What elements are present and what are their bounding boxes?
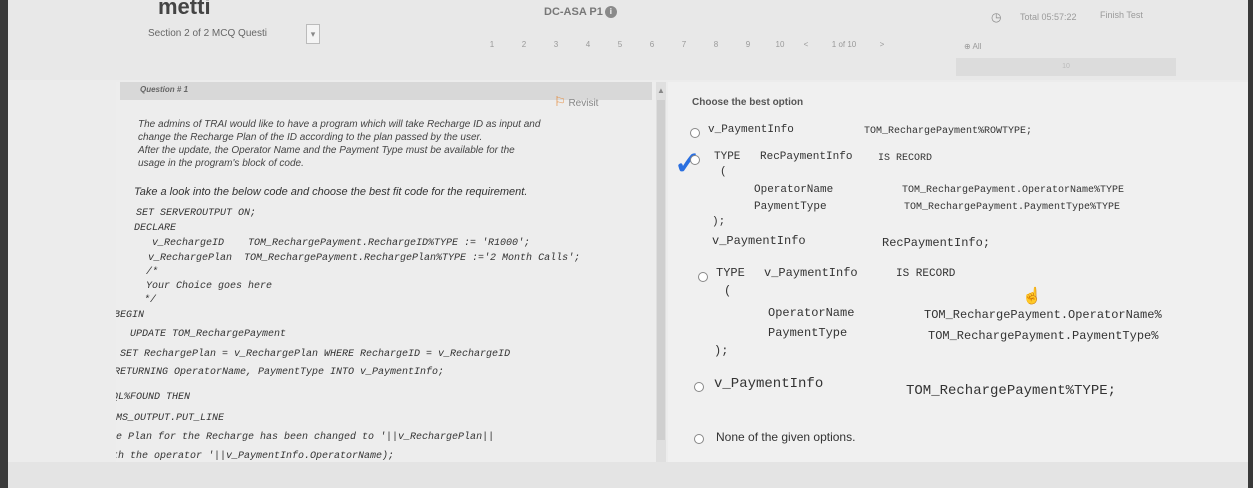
option-3-paren: ( [724, 284, 732, 298]
radio-icon [690, 127, 700, 138]
option-2-type-name: RecPaymentInfo [760, 151, 853, 163]
code-comment: Your Choice goes here [146, 281, 273, 292]
question-title: Question # 1 [140, 85, 189, 94]
question-instruction: Take a look into the below code and choo… [134, 186, 528, 198]
page-button[interactable]: 1 [476, 40, 508, 49]
page-next-button[interactable]: > [872, 40, 892, 49]
option-3-field-type: TOM_RechargePayment.PaymentType% [928, 329, 1159, 343]
option-3-field: PaymentType [768, 326, 848, 340]
code-line: DBMS_OUTPUT.PUT_LINE [116, 413, 225, 424]
code-comment: /* [146, 267, 159, 278]
info-icon[interactable]: i [604, 6, 617, 19]
option-2-field-type: TOM_RechargePayment.PaymentType%TYPE [904, 202, 1121, 213]
option-5-radio[interactable] [694, 430, 704, 448]
page-button[interactable]: 9 [732, 40, 764, 49]
option-2-paren: ); [712, 216, 726, 228]
scroll-thumb[interactable] [657, 100, 665, 440]
option-2-field-type: TOM_RechargePayment.OperatorName%TYPE [902, 185, 1125, 196]
exam-screen: metti Section 2 of 2 MCQ Questi ▾ DC-ASA… [8, 0, 1248, 488]
section-selector-label: Section 2 of 2 MCQ Questi [148, 28, 267, 39]
option-3-field-type: TOM_RechargePayment.OperatorName% [924, 308, 1162, 322]
footer-bar [8, 462, 1248, 488]
question-line: After the update, the Operator Name and … [138, 145, 515, 156]
question-pager: 1 2 3 4 5 6 7 8 9 10 < 1 of 10 > [476, 40, 892, 49]
option-4-radio[interactable] [694, 378, 704, 396]
page-indicator: 1 of 10 [831, 40, 857, 49]
hand-cursor-icon: ☝ [1022, 288, 1042, 305]
page-button[interactable]: 4 [572, 40, 604, 49]
radio-icon [694, 381, 704, 392]
revisit-button[interactable]: ⚐ Revisit [554, 94, 598, 110]
code-line: IF SQL%FOUND THEN [116, 392, 191, 403]
option-2-decl-var: v_PaymentInfo [712, 234, 806, 248]
page-button[interactable]: 8 [700, 40, 732, 49]
question-scrollbar[interactable]: ▲ [656, 82, 666, 462]
page-button[interactable]: 2 [508, 40, 540, 49]
revisit-label: Revisit [568, 98, 599, 109]
code-line: RETURNING OperatorName, PaymentType INTO… [116, 367, 445, 378]
option-1-var: v_PaymentInfo [708, 124, 794, 136]
radio-icon [698, 271, 708, 282]
question-panel: Question # 1 ⚐ Revisit The admins of TRA… [116, 82, 656, 462]
code-line: BEGIN [116, 310, 145, 321]
scroll-up-arrow-icon[interactable]: ▲ [656, 86, 666, 95]
option-3-field: OperatorName [768, 306, 855, 320]
question-line: The admins of TRAI would like to have a … [138, 119, 541, 130]
clock-icon: ◷ [991, 10, 1002, 24]
radio-icon [694, 433, 704, 444]
code-line: ' with the operator '||v_PaymentInfo.Ope… [116, 451, 395, 462]
option-2-radio[interactable] [690, 151, 700, 169]
option-3-keyword: TYPE [716, 266, 745, 280]
page-button[interactable]: 3 [540, 40, 572, 49]
option-2-keyword: IS RECORD [878, 153, 933, 164]
option-4-var: v_PaymentInfo [714, 376, 824, 392]
header: metti Section 2 of 2 MCQ Questi ▾ DC-ASA… [8, 0, 1248, 80]
view-all-label: All [972, 42, 982, 51]
timer: Total 05:57:22 [1020, 12, 1077, 22]
code-line: DECLARE [134, 223, 177, 234]
exam-code-text: DC-ASA P1 [544, 6, 603, 18]
option-3-radio[interactable] [698, 268, 708, 286]
code-line: v_RechargePlan TOM_RechargePayment.Recha… [148, 253, 581, 264]
page-button[interactable]: 5 [604, 40, 636, 49]
code-line: UPDATE TOM_RechargePayment [130, 329, 287, 340]
code-line: v_RechargeID TOM_RechargePayment.Recharg… [152, 238, 531, 249]
option-4-type: TOM_RechargePayment%TYPE; [906, 383, 1117, 399]
option-2-paren: ( [720, 166, 727, 178]
page-prev-button[interactable]: < [796, 40, 816, 49]
code-line: ('The Plan for the Recharge has been cha… [116, 432, 495, 443]
flag-icon: ⚐ [554, 94, 566, 109]
question-text: The admins of TRAI would like to have a … [138, 118, 643, 170]
option-5-text: None of the given options. [716, 430, 856, 444]
answers-panel: Choose the best option v_PaymentInfo TOM… [668, 82, 1248, 462]
code-line: SET SERVEROUTPUT ON; [136, 208, 257, 219]
brand-logo: metti [158, 0, 211, 19]
option-2-field: PaymentType [754, 201, 827, 213]
option-1-type: TOM_RechargePayment%ROWTYPE; [864, 126, 1033, 137]
question-line: usage in the program's block of code. [138, 158, 304, 169]
exam-code: DC-ASA P1 i [544, 6, 617, 19]
page-button[interactable]: 7 [668, 40, 700, 49]
code-line: SET RechargePlan = v_RechargePlan WHERE … [120, 349, 511, 360]
radio-icon [690, 154, 700, 165]
page-button[interactable]: 10 [764, 40, 796, 49]
option-1-radio[interactable] [690, 124, 700, 142]
option-3-type-name: v_PaymentInfo [764, 266, 858, 280]
progress-box: 10 [956, 58, 1176, 76]
section-dropdown[interactable]: ▾ [306, 24, 320, 44]
finish-test-button[interactable]: Finish Test [1100, 10, 1143, 20]
option-2-decl-type: RecPaymentInfo; [882, 236, 991, 250]
question-line: change the Recharge Plan of the ID accor… [138, 132, 483, 143]
option-3-paren: ); [714, 344, 729, 358]
option-2-field: OperatorName [754, 184, 834, 196]
option-3-keyword: IS RECORD [896, 268, 956, 280]
choose-option-label: Choose the best option [692, 97, 804, 108]
page-button[interactable]: 6 [636, 40, 668, 49]
view-all-link[interactable]: ⊕ All [964, 42, 981, 51]
option-2-keyword: TYPE [714, 151, 741, 163]
code-comment: */ [144, 295, 157, 306]
